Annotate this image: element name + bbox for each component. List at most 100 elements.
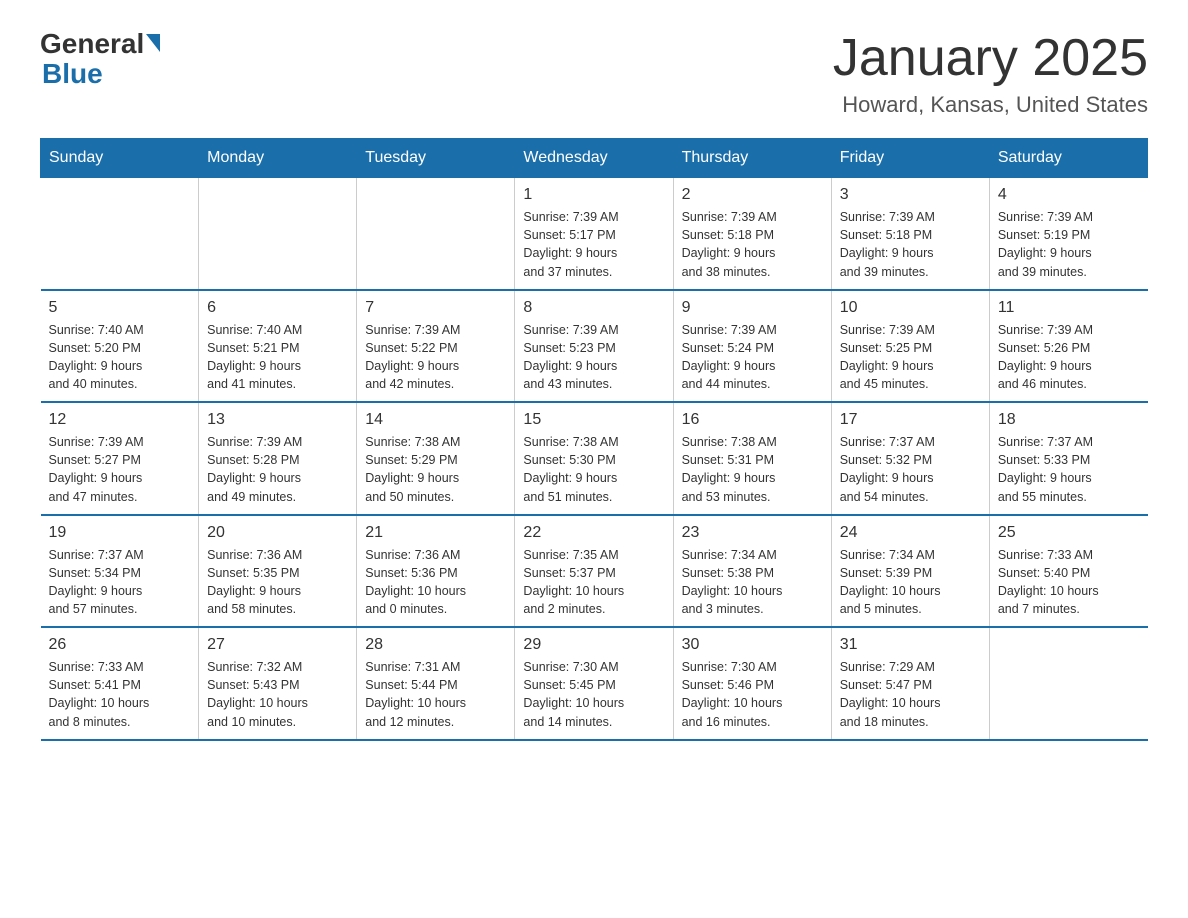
calendar-cell: 25 Sunrise: 7:33 AM Sunset: 5:40 PM Dayli…: [989, 515, 1147, 628]
calendar-cell: [989, 627, 1147, 740]
day-number: 19: [49, 524, 191, 542]
header-sunday: Sunday: [41, 139, 199, 178]
day-number: 12: [49, 411, 191, 429]
calendar-cell: 8 Sunrise: 7:39 AM Sunset: 5:23 PM Daylig…: [515, 290, 673, 403]
day-info: Sunrise: 7:38 AM Sunset: 5:30 PM Dayligh…: [523, 433, 664, 506]
header-monday: Monday: [199, 139, 357, 178]
day-number: 20: [207, 524, 348, 542]
calendar-cell: 12Sunrise: 7:39 AM Sunset: 5:27 PM Dayli…: [41, 402, 199, 515]
calendar-cell: 3 Sunrise: 7:39 AM Sunset: 5:18 PM Daylig…: [831, 178, 989, 290]
day-info: Sunrise: 7:39 AM Sunset: 5:24 PM Dayligh…: [682, 321, 823, 394]
calendar-week-2: 5Sunrise: 7:40 AM Sunset: 5:20 PM Daylig…: [41, 290, 1148, 403]
title-section: January 2025 Howard, Kansas, United Stat…: [833, 30, 1148, 118]
header-saturday: Saturday: [989, 139, 1147, 178]
calendar-cell: [199, 178, 357, 290]
day-number: 3: [840, 186, 981, 204]
day-number: 13: [207, 411, 348, 429]
day-info: Sunrise: 7:38 AM Sunset: 5:31 PM Dayligh…: [682, 433, 823, 506]
day-number: 10: [840, 299, 981, 317]
day-info: Sunrise: 7:36 AM Sunset: 5:35 PM Dayligh…: [207, 546, 348, 619]
day-info: Sunrise: 7:39 AM Sunset: 5:18 PM Dayligh…: [840, 208, 981, 281]
day-number: 31: [840, 636, 981, 654]
day-number: 25: [998, 524, 1140, 542]
day-info: Sunrise: 7:33 AM Sunset: 5:40 PM Dayligh…: [998, 546, 1140, 619]
header-friday: Friday: [831, 139, 989, 178]
day-info: Sunrise: 7:39 AM Sunset: 5:17 PM Dayligh…: [523, 208, 664, 281]
day-info: Sunrise: 7:33 AM Sunset: 5:41 PM Dayligh…: [49, 658, 191, 731]
calendar-cell: 10 Sunrise: 7:39 AM Sunset: 5:25 PM Dayli…: [831, 290, 989, 403]
calendar-cell: 28 Sunrise: 7:31 AM Sunset: 5:44 PM Dayli…: [357, 627, 515, 740]
day-info: Sunrise: 7:34 AM Sunset: 5:38 PM Dayligh…: [682, 546, 823, 619]
day-info: Sunrise: 7:39 AM Sunset: 5:23 PM Dayligh…: [523, 321, 664, 394]
calendar-cell: 19 Sunrise: 7:37 AM Sunset: 5:34 PM Dayli…: [41, 515, 199, 628]
day-info: Sunrise: 7:37 AM Sunset: 5:32 PM Dayligh…: [840, 433, 981, 506]
day-info: Sunrise: 7:39 AM Sunset: 5:22 PM Dayligh…: [365, 321, 506, 394]
calendar-cell: 20 Sunrise: 7:36 AM Sunset: 5:35 PM Dayli…: [199, 515, 357, 628]
calendar-cell: 24 Sunrise: 7:34 AM Sunset: 5:39 PM Dayli…: [831, 515, 989, 628]
day-number: 17: [840, 411, 981, 429]
calendar-cell: 17 Sunrise: 7:37 AM Sunset: 5:32 PM Dayli…: [831, 402, 989, 515]
calendar-cell: 29Sunrise: 7:30 AM Sunset: 5:45 PM Dayli…: [515, 627, 673, 740]
calendar-cell: 7 Sunrise: 7:39 AM Sunset: 5:22 PM Daylig…: [357, 290, 515, 403]
day-number: 6: [207, 299, 348, 317]
day-number: 23: [682, 524, 823, 542]
day-number: 28: [365, 636, 506, 654]
day-info: Sunrise: 7:31 AM Sunset: 5:44 PM Dayligh…: [365, 658, 506, 731]
calendar-cell: 22 Sunrise: 7:35 AM Sunset: 5:37 PM Dayli…: [515, 515, 673, 628]
calendar-cell: 1 Sunrise: 7:39 AM Sunset: 5:17 PM Daylig…: [515, 178, 673, 290]
calendar-cell: 13 Sunrise: 7:39 AM Sunset: 5:28 PM Dayli…: [199, 402, 357, 515]
day-info: Sunrise: 7:37 AM Sunset: 5:34 PM Dayligh…: [49, 546, 191, 619]
day-number: 9: [682, 299, 823, 317]
day-info: Sunrise: 7:34 AM Sunset: 5:39 PM Dayligh…: [840, 546, 981, 619]
calendar-week-3: 12Sunrise: 7:39 AM Sunset: 5:27 PM Dayli…: [41, 402, 1148, 515]
calendar-cell: [357, 178, 515, 290]
day-info: Sunrise: 7:36 AM Sunset: 5:36 PM Dayligh…: [365, 546, 506, 619]
calendar-cell: 16Sunrise: 7:38 AM Sunset: 5:31 PM Dayli…: [673, 402, 831, 515]
calendar-cell: 5Sunrise: 7:40 AM Sunset: 5:20 PM Daylig…: [41, 290, 199, 403]
day-number: 8: [523, 299, 664, 317]
day-info: Sunrise: 7:40 AM Sunset: 5:21 PM Dayligh…: [207, 321, 348, 394]
header-thursday: Thursday: [673, 139, 831, 178]
calendar-cell: 27Sunrise: 7:32 AM Sunset: 5:43 PM Dayli…: [199, 627, 357, 740]
day-number: 22: [523, 524, 664, 542]
calendar-cell: 15 Sunrise: 7:38 AM Sunset: 5:30 PM Dayli…: [515, 402, 673, 515]
calendar-cell: 18Sunrise: 7:37 AM Sunset: 5:33 PM Dayli…: [989, 402, 1147, 515]
calendar-location: Howard, Kansas, United States: [833, 92, 1148, 118]
header-tuesday: Tuesday: [357, 139, 515, 178]
calendar-cell: 14 Sunrise: 7:38 AM Sunset: 5:29 PM Dayli…: [357, 402, 515, 515]
day-info: Sunrise: 7:39 AM Sunset: 5:19 PM Dayligh…: [998, 208, 1140, 281]
day-info: Sunrise: 7:30 AM Sunset: 5:45 PM Dayligh…: [523, 658, 664, 731]
calendar-cell: 2Sunrise: 7:39 AM Sunset: 5:18 PM Daylig…: [673, 178, 831, 290]
day-info: Sunrise: 7:40 AM Sunset: 5:20 PM Dayligh…: [49, 321, 191, 394]
calendar-cell: 23 Sunrise: 7:34 AM Sunset: 5:38 PM Dayli…: [673, 515, 831, 628]
day-number: 21: [365, 524, 506, 542]
day-info: Sunrise: 7:39 AM Sunset: 5:26 PM Dayligh…: [998, 321, 1140, 394]
day-number: 24: [840, 524, 981, 542]
day-number: 27: [207, 636, 348, 654]
day-info: Sunrise: 7:30 AM Sunset: 5:46 PM Dayligh…: [682, 658, 823, 731]
logo-general-text: General: [40, 30, 144, 58]
day-number: 1: [523, 186, 664, 204]
calendar-cell: 9 Sunrise: 7:39 AM Sunset: 5:24 PM Daylig…: [673, 290, 831, 403]
calendar-cell: 11Sunrise: 7:39 AM Sunset: 5:26 PM Dayli…: [989, 290, 1147, 403]
logo-arrow-icon: [146, 34, 160, 52]
day-info: Sunrise: 7:35 AM Sunset: 5:37 PM Dayligh…: [523, 546, 664, 619]
day-number: 15: [523, 411, 664, 429]
calendar-header-row: SundayMondayTuesdayWednesdayThursdayFrid…: [41, 139, 1148, 178]
calendar-title: January 2025: [833, 30, 1148, 87]
calendar-cell: [41, 178, 199, 290]
day-info: Sunrise: 7:29 AM Sunset: 5:47 PM Dayligh…: [840, 658, 981, 731]
header-wednesday: Wednesday: [515, 139, 673, 178]
calendar-table: SundayMondayTuesdayWednesdayThursdayFrid…: [40, 138, 1148, 741]
day-number: 14: [365, 411, 506, 429]
calendar-cell: 31 Sunrise: 7:29 AM Sunset: 5:47 PM Dayli…: [831, 627, 989, 740]
day-info: Sunrise: 7:38 AM Sunset: 5:29 PM Dayligh…: [365, 433, 506, 506]
day-info: Sunrise: 7:39 AM Sunset: 5:28 PM Dayligh…: [207, 433, 348, 506]
day-info: Sunrise: 7:39 AM Sunset: 5:25 PM Dayligh…: [840, 321, 981, 394]
calendar-week-1: 1 Sunrise: 7:39 AM Sunset: 5:17 PM Daylig…: [41, 178, 1148, 290]
calendar-cell: 21 Sunrise: 7:36 AM Sunset: 5:36 PM Dayli…: [357, 515, 515, 628]
day-number: 26: [49, 636, 191, 654]
calendar-week-5: 26 Sunrise: 7:33 AM Sunset: 5:41 PM Dayli…: [41, 627, 1148, 740]
day-number: 7: [365, 299, 506, 317]
logo-blue-text: Blue: [40, 58, 103, 90]
